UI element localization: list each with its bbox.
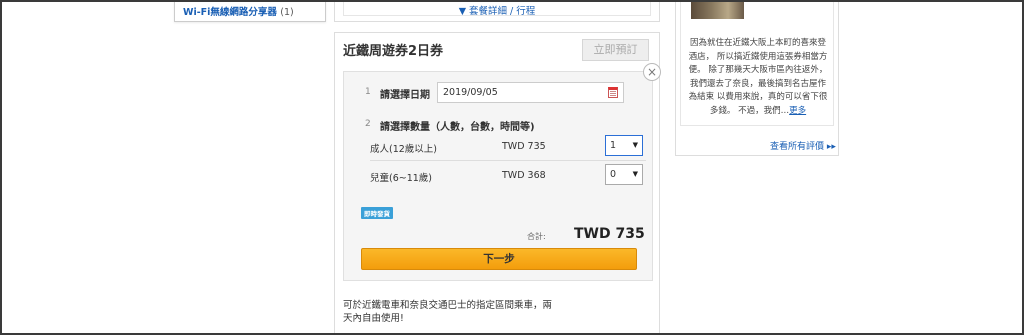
adult-quantity-value: 1 <box>610 140 617 151</box>
booking-panel: 1 請選擇日期 2019/09/05 2 請選擇數量（人數，台數，時間等) 成人… <box>343 71 653 281</box>
sidebar-category-wifi[interactable]: Wi-Fi無線網路分享器 (1) <box>183 4 294 18</box>
dropdown-arrow-icon: ▼ <box>632 170 638 178</box>
package-description: 可於近鐵電車和奈良交通巴士的指定區間乘車，兩天內自由使用! <box>343 300 553 324</box>
adult-quantity-select[interactable]: 1 ▼ <box>605 135 643 156</box>
ticket-price: TWD 368 <box>502 170 546 181</box>
date-value: 2019/09/05 <box>443 87 498 98</box>
calendar-icon[interactable] <box>608 87 618 98</box>
step-1-number: 1 <box>365 87 371 97</box>
total-price: TWD 735 <box>574 226 645 242</box>
child-quantity-value: 0 <box>610 169 617 180</box>
ticket-type-label: 成人(12歲以上) <box>370 144 438 155</box>
next-step-button[interactable]: 下一步 <box>361 248 637 270</box>
review-more-link[interactable]: 更多 <box>789 106 806 116</box>
quantity-row-adult: 成人(12歲以上) TWD 735 1 ▼ <box>370 133 646 161</box>
prev-package-card: ▼ 套餐詳細 / 行程 <box>334 0 660 22</box>
sidebar-category-label[interactable]: Wi-Fi無線網路分享器 <box>183 7 277 18</box>
ticket-price: TWD 735 <box>502 141 546 152</box>
review-inner: 因為就住在近鐵大阪上本町的喜來登酒店， 所以搞近鐵使用這張券相當方便。 除了那幾… <box>680 0 834 126</box>
review-text: 因為就住在近鐵大阪上本町的喜來登酒店， 所以搞近鐵使用這張券相當方便。 除了那幾… <box>688 37 828 118</box>
ticket-type-label: 兒童(6~11歲) <box>370 173 433 184</box>
step-2-label: 請選擇數量（人數，台數，時間等) <box>380 122 535 133</box>
step-2-number: 2 <box>365 119 371 129</box>
child-quantity-select[interactable]: 0 ▼ <box>605 164 643 185</box>
step-1-label: 請選擇日期 <box>380 90 430 101</box>
date-field[interactable]: 2019/09/05 <box>437 82 624 103</box>
quantity-row-child: 兒童(6~11歲) TWD 368 0 ▼ <box>370 162 646 190</box>
prev-package-inner: ▼ 套餐詳細 / 行程 <box>343 0 651 17</box>
package-card: 近鐵周遊券2日券 立即預訂 × 1 請選擇日期 2019/09/05 2 請選擇… <box>334 32 661 335</box>
sidebar-category-count: (1) <box>280 7 294 18</box>
view-all-reviews-link[interactable]: 查看所有評價 ▸▸ <box>770 139 836 152</box>
dropdown-arrow-icon: ▼ <box>632 141 638 149</box>
close-icon[interactable]: × <box>643 63 661 81</box>
total-label: 合計: <box>527 232 546 241</box>
package-title: 近鐵周遊券2日券 <box>343 44 444 59</box>
review-card: 因為就住在近鐵大阪上本町的喜來登酒店， 所以搞近鐵使用這張券相當方便。 除了那幾… <box>675 0 839 156</box>
review-body: 因為就住在近鐵大阪上本町的喜來登酒店， 所以搞近鐵使用這張券相當方便。 除了那幾… <box>688 38 828 116</box>
package-details-link[interactable]: ▼ 套餐詳細 / 行程 <box>344 3 650 17</box>
review-photo[interactable] <box>691 0 744 19</box>
book-now-button[interactable]: 立即預訂 <box>582 39 649 61</box>
category-sidebar: Wi-Fi無線網路分享器 (1) <box>174 0 326 22</box>
instant-delivery-badge: 即時發貨 <box>361 207 393 219</box>
